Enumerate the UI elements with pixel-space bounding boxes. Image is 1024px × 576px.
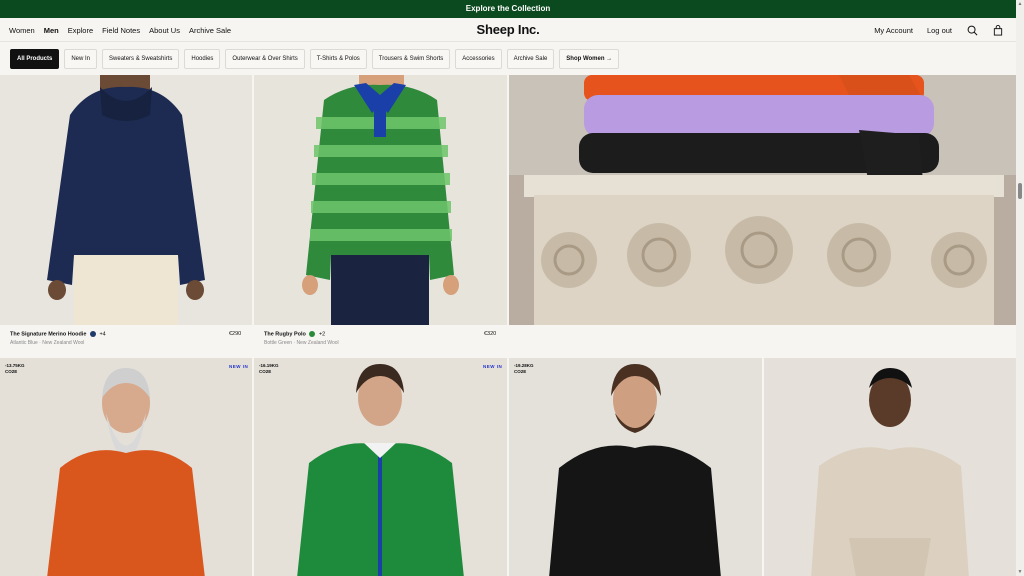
editorial-banner[interactable] (509, 75, 1016, 325)
product-card[interactable] (764, 358, 1016, 576)
category-filters: All Products New In Sweaters & Sweatshir… (0, 42, 1016, 75)
nav-link-men[interactable]: Men (44, 26, 59, 35)
main-navigation: Women Men Explore Field Notes About Us A… (0, 18, 1016, 42)
co2-unit: CO2E (514, 369, 527, 374)
filter-sweaters[interactable]: Sweaters & Sweatshirts (102, 48, 180, 69)
bag-icon[interactable] (992, 24, 1004, 36)
scroll-down-arrow[interactable]: ▼ (1017, 569, 1023, 575)
filter-tshirts-polos[interactable]: T-Shirts & Polos (309, 48, 367, 69)
product-image[interactable] (254, 75, 507, 325)
nav-link-field-notes[interactable]: Field Notes (102, 26, 140, 35)
product-image[interactable] (0, 358, 252, 576)
page-scrollbar[interactable]: ▲ ▼ (1016, 0, 1024, 576)
product-card[interactable]: The Rugby Polo +2 Bottle Green · New Zea… (254, 75, 507, 358)
color-swatch[interactable] (89, 331, 96, 337)
product-price: €320 (484, 331, 497, 337)
product-card[interactable]: -19.28KG CO2E (509, 358, 762, 576)
nav-link-women[interactable]: Women (9, 26, 35, 35)
co2-unit: CO2E (5, 369, 18, 374)
product-title[interactable]: The Signature Merino Hoodie (10, 331, 86, 337)
logout-link[interactable]: Log out (927, 26, 952, 35)
nav-link-archive-sale[interactable]: Archive Sale (189, 26, 231, 35)
filter-new-in[interactable]: New In (64, 48, 98, 69)
product-image[interactable] (0, 75, 252, 325)
new-in-badge: NEW IN (483, 364, 503, 369)
product-title[interactable]: The Rugby Polo (264, 331, 306, 337)
color-swatch[interactable] (309, 331, 316, 337)
new-in-badge: NEW IN (229, 364, 249, 369)
product-image[interactable] (764, 358, 1016, 576)
filter-outerwear[interactable]: Outerwear & Over Shirts (225, 48, 305, 69)
filter-all-products[interactable]: All Products (10, 48, 60, 69)
my-account-link[interactable]: My Account (874, 26, 913, 35)
product-price: €290 (229, 331, 242, 337)
product-info: The Rugby Polo +2 Bottle Green · New Zea… (264, 331, 339, 346)
filter-archive-sale[interactable]: Archive Sale (506, 48, 555, 69)
filter-trousers[interactable]: Trousers & Swim Shorts (371, 48, 451, 69)
shop-women-link[interactable]: Shop Women → (559, 48, 620, 69)
co2-badge: -13.75KG CO2E (5, 363, 25, 375)
product-variant: Bottle Green · New Zealand Wool (264, 340, 339, 347)
co2-unit: CO2E (259, 369, 272, 374)
nav-link-explore[interactable]: Explore (68, 26, 93, 35)
product-name[interactable]: The Rugby Polo +2 (264, 331, 339, 337)
product-info: The Signature Merino Hoodie +4 Atlantic … (10, 331, 106, 346)
more-colors: +4 (99, 331, 106, 338)
product-image[interactable] (254, 358, 507, 576)
scroll-up-arrow[interactable]: ▲ (1017, 1, 1023, 7)
more-colors: +2 (318, 331, 326, 338)
scrollbar-thumb[interactable] (1018, 183, 1022, 199)
filter-accessories[interactable]: Accessories (455, 48, 502, 69)
nav-link-about-us[interactable]: About Us (149, 26, 180, 35)
product-variant: Atlantic Blue · New Zealand Wool (10, 340, 85, 347)
editorial-image[interactable] (509, 75, 1016, 325)
product-name[interactable]: The Signature Merino Hoodie +4 (10, 331, 106, 337)
filter-hoodies[interactable]: Hoodies (184, 48, 221, 69)
product-card[interactable]: -16.19KG CO2E NEW IN (254, 358, 507, 576)
co2-badge: -19.28KG CO2E (514, 363, 534, 375)
search-icon[interactable] (966, 24, 978, 36)
co2-badge: -16.19KG CO2E (259, 363, 279, 375)
promo-banner[interactable]: Explore the Collection (0, 0, 1016, 18)
product-card[interactable]: The Signature Merino Hoodie +4 Atlantic … (0, 75, 252, 358)
product-grid: The Signature Merino Hoodie +4 Atlantic … (0, 75, 1016, 576)
nav-links: Women Men Explore Field Notes About Us A… (9, 18, 231, 42)
product-image[interactable] (509, 358, 762, 576)
product-card[interactable]: -13.75KG CO2E NEW IN (0, 358, 252, 576)
